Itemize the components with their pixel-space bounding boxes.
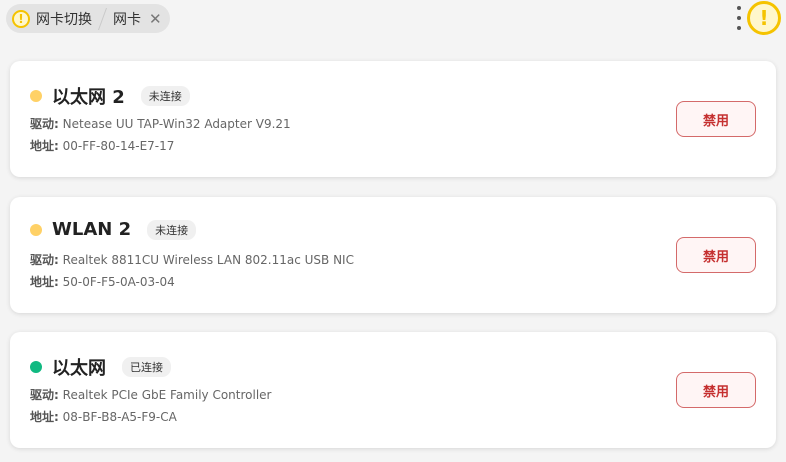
driver-line: 驱动: Realtek 8811CU Wireless LAN 802.11ac… xyxy=(30,251,354,268)
breadcrumb-item-nic-switch[interactable]: ! 网卡切换 xyxy=(12,9,92,29)
adapter-name: WLAN 2 xyxy=(52,219,132,240)
breadcrumb-label: 网卡切换 xyxy=(36,11,92,28)
warning-icon: ! xyxy=(12,9,30,28)
address-line: 地址: 50-0F-F5-0A-03-04 xyxy=(30,273,175,290)
adapter-title-row: 以太网 2 未连接 xyxy=(30,83,190,109)
adapter-name: 以太网 2 xyxy=(52,87,125,108)
address-line: 地址: 00-FF-80-14-E7-17 xyxy=(30,137,174,154)
breadcrumb-label: 网卡 xyxy=(113,11,141,28)
more-options-icon[interactable] xyxy=(735,6,743,30)
address-line: 地址: 08-BF-B8-A5-F9-CA xyxy=(30,408,177,425)
address-value: 08-BF-B8-A5-F9-CA xyxy=(62,410,177,424)
address-value: 50-0F-F5-0A-03-04 xyxy=(62,275,175,289)
driver-value: Netease UU TAP-Win32 Adapter V9.21 xyxy=(62,117,291,131)
breadcrumb: ! 网卡切换 网卡 ✕ xyxy=(6,4,170,33)
status-badge: 未连接 xyxy=(147,219,197,240)
driver-label: 驱动: xyxy=(30,253,59,267)
adapter-name: 以太网 xyxy=(52,358,106,379)
status-dot xyxy=(30,361,42,373)
driver-label: 驱动: xyxy=(30,117,59,131)
driver-value: Realtek 8811CU Wireless LAN 802.11ac USB… xyxy=(62,253,354,267)
address-label: 地址: xyxy=(30,139,59,153)
adapter-card: WLAN 2 未连接 驱动: Realtek 8811CU Wireless L… xyxy=(10,197,776,313)
adapter-title-row: 以太网 已连接 xyxy=(30,354,171,380)
driver-label: 驱动: xyxy=(30,388,59,402)
adapter-card: 以太网 2 未连接 驱动: Netease UU TAP-Win32 Adapt… xyxy=(10,61,776,177)
close-icon[interactable]: ✕ xyxy=(149,10,162,28)
driver-value: Realtek PCIe GbE Family Controller xyxy=(62,388,272,402)
disable-button[interactable]: 禁用 xyxy=(676,101,756,137)
driver-line: 驱动: Netease UU TAP-Win32 Adapter V9.21 xyxy=(30,115,291,132)
adapter-title-row: WLAN 2 未连接 xyxy=(30,219,197,240)
status-badge: 已连接 xyxy=(122,357,171,377)
breadcrumb-item-nic[interactable]: 网卡 ✕ xyxy=(113,9,162,29)
disable-button[interactable]: 禁用 xyxy=(676,372,756,408)
address-label: 地址: xyxy=(30,275,59,289)
top-bar: ! 网卡切换 网卡 ✕ ! xyxy=(0,0,786,44)
warning-icon[interactable]: ! xyxy=(747,1,781,35)
disable-button[interactable]: 禁用 xyxy=(676,237,756,273)
address-value: 00-FF-80-14-E7-17 xyxy=(62,139,175,153)
breadcrumb-separator xyxy=(97,7,108,30)
driver-line: 驱动: Realtek PCIe GbE Family Controller xyxy=(30,386,271,403)
adapter-card: 以太网 已连接 驱动: Realtek PCIe GbE Family Cont… xyxy=(10,332,776,448)
address-label: 地址: xyxy=(30,410,59,424)
status-dot xyxy=(30,90,42,102)
status-badge: 未连接 xyxy=(140,86,190,106)
status-dot xyxy=(30,223,42,236)
